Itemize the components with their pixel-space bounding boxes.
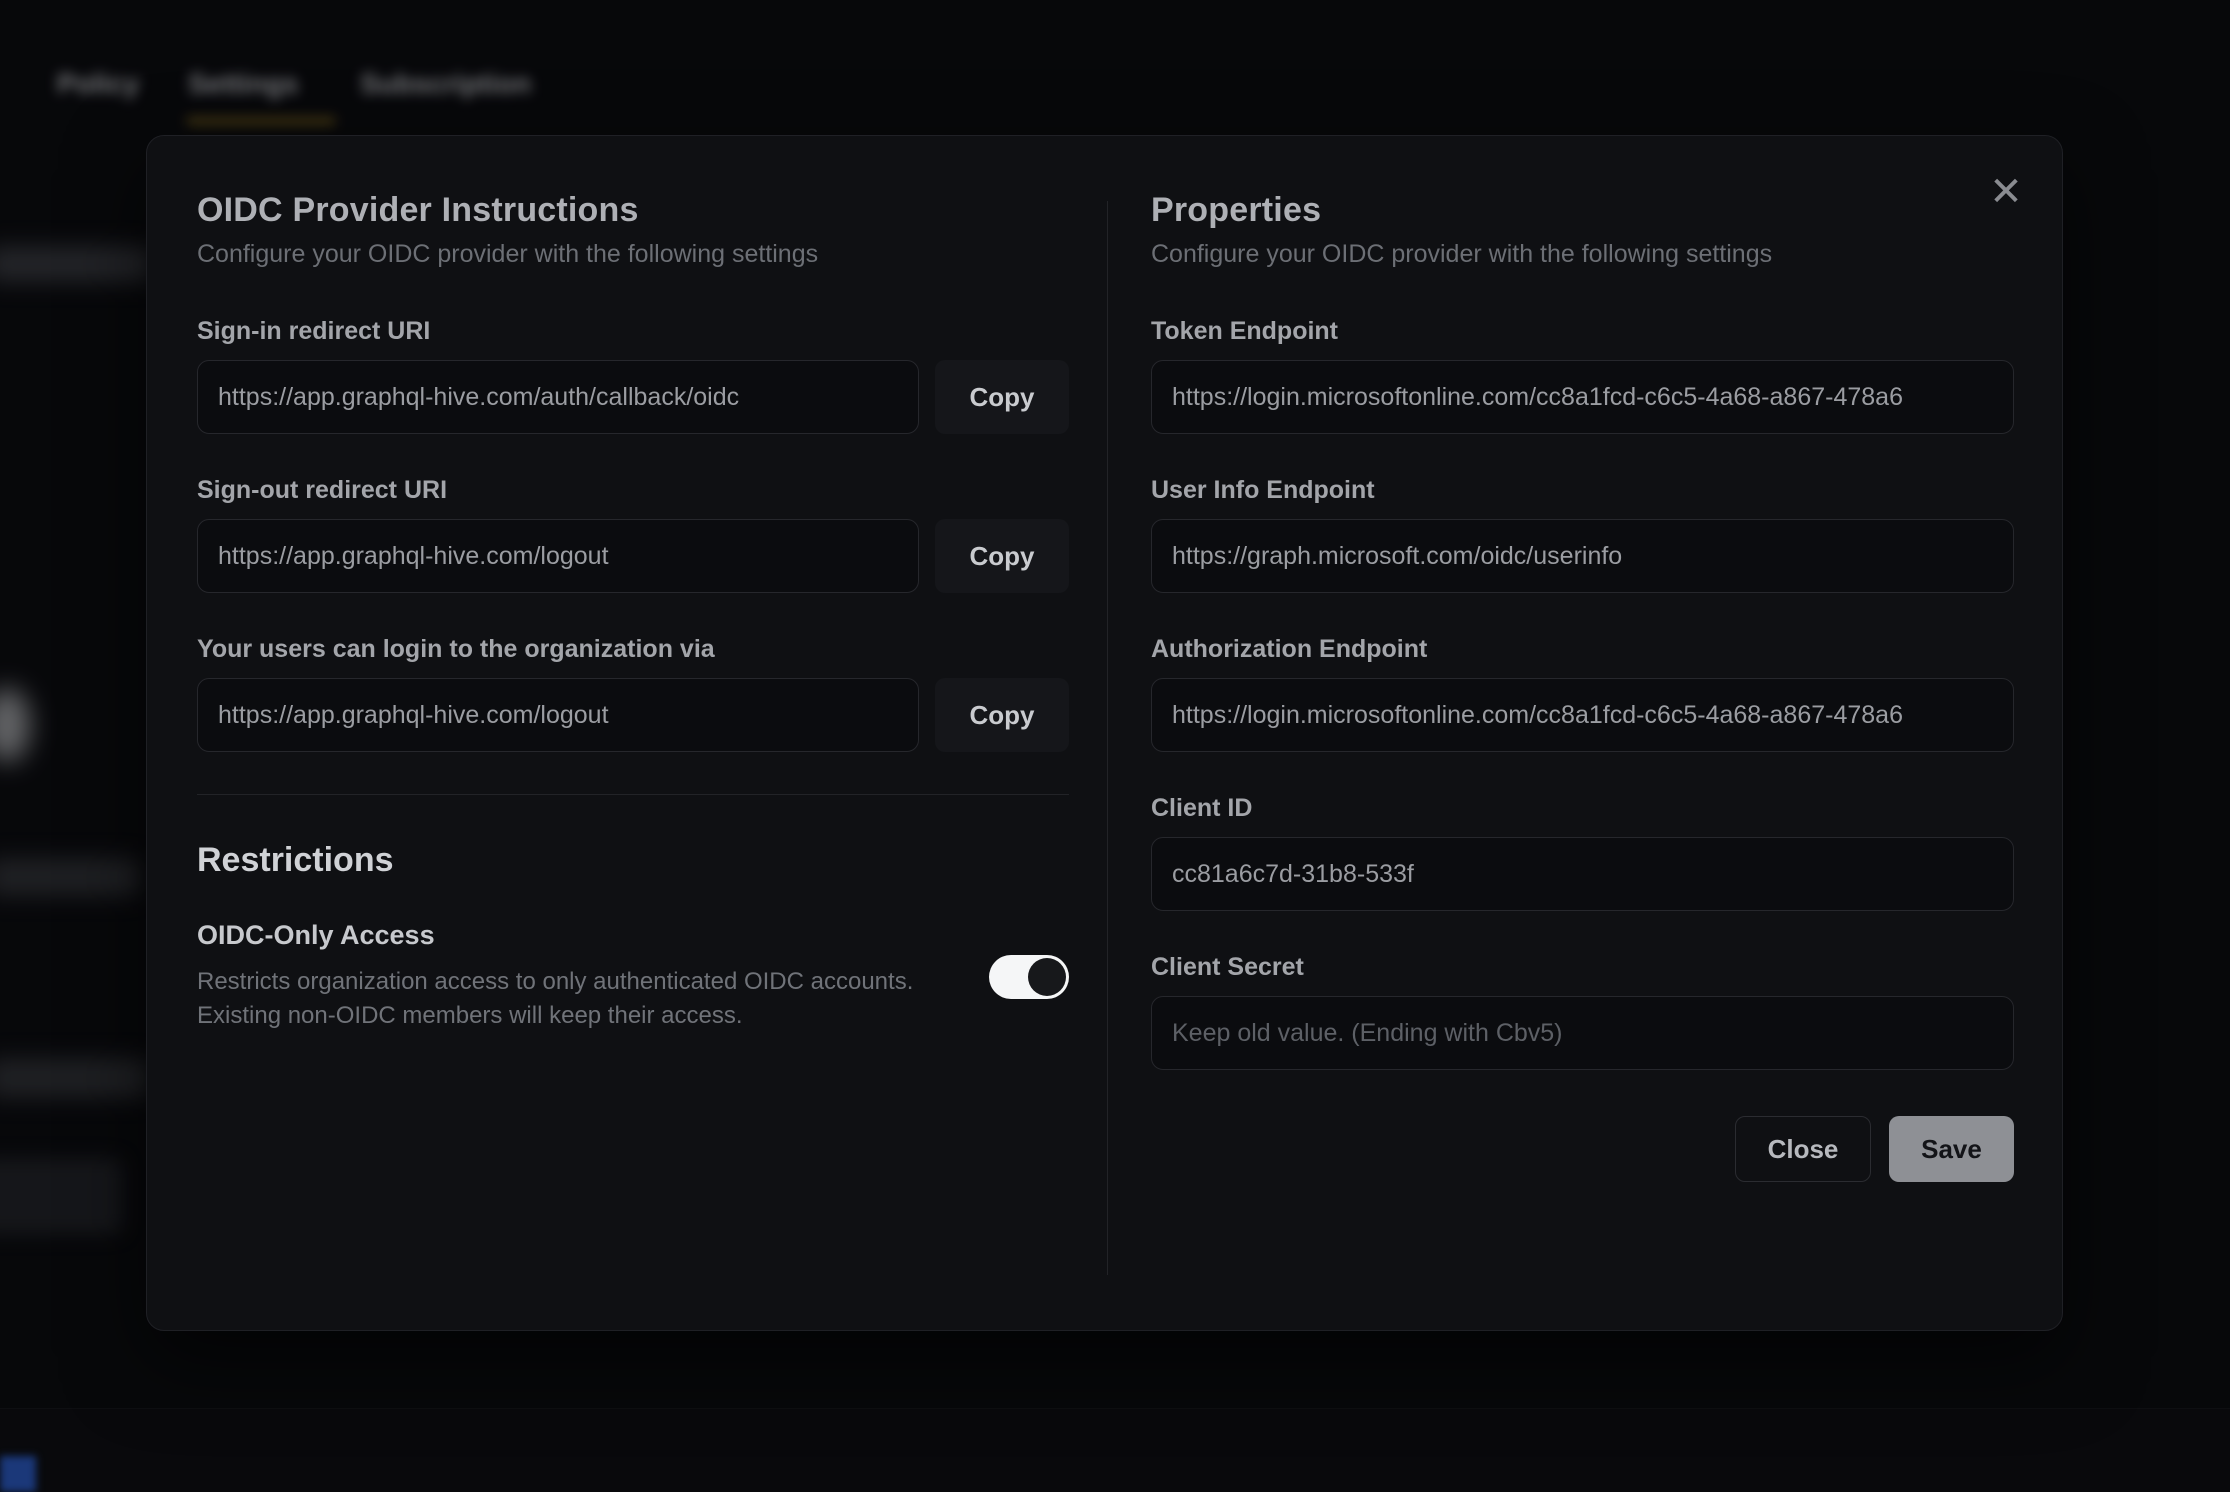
oidc-only-access-toggle[interactable] <box>989 955 1069 999</box>
modal-body: OIDC Provider Instructions Configure you… <box>147 136 2062 1330</box>
client-id-input[interactable] <box>1151 837 2014 911</box>
copy-sign-in-redirect-button[interactable]: Copy <box>935 360 1069 434</box>
token-endpoint-input[interactable] <box>1151 360 2014 434</box>
sign-out-redirect-label: Sign-out redirect URI <box>197 476 1069 505</box>
client-id-field-group: Client ID <box>1151 794 2014 911</box>
column-divider <box>1107 201 1108 1275</box>
save-button[interactable]: Save <box>1889 1116 2014 1182</box>
restrictions-divider <box>197 794 1069 795</box>
authorization-endpoint-label: Authorization Endpoint <box>1151 635 2014 664</box>
organization-login-field-group: Your users can login to the organization… <box>197 635 1069 752</box>
user-info-endpoint-label: User Info Endpoint <box>1151 476 2014 505</box>
client-secret-label: Client Secret <box>1151 953 2014 982</box>
copy-sign-out-redirect-button[interactable]: Copy <box>935 519 1069 593</box>
oidc-settings-modal: ✕ OIDC Provider Instructions Configure y… <box>146 135 2063 1331</box>
close-button[interactable]: Close <box>1735 1116 1871 1182</box>
client-secret-field-group: Client Secret <box>1151 953 2014 1070</box>
modal-close-button[interactable]: ✕ <box>1980 166 2032 218</box>
left-panel-title: OIDC Provider Instructions <box>197 191 1069 230</box>
token-endpoint-field-group: Token Endpoint <box>1151 317 2014 434</box>
organization-login-input[interactable] <box>197 678 919 752</box>
authorization-endpoint-input[interactable] <box>1151 678 2014 752</box>
left-panel-subtitle: Configure your OIDC provider with the fo… <box>197 240 1069 269</box>
sign-out-redirect-input[interactable] <box>197 519 919 593</box>
oidc-only-access-description-line2: Existing non-OIDC members will keep thei… <box>197 999 949 1033</box>
toggle-knob <box>1028 958 1066 996</box>
user-info-endpoint-field-group: User Info Endpoint <box>1151 476 2014 593</box>
restrictions-heading: Restrictions <box>197 841 1069 880</box>
right-panel-subtitle: Configure your OIDC provider with the fo… <box>1151 240 2014 269</box>
sign-in-redirect-field-group: Sign-in redirect URI Copy <box>197 317 1069 434</box>
client-id-label: Client ID <box>1151 794 2014 823</box>
token-endpoint-label: Token Endpoint <box>1151 317 2014 346</box>
sign-out-redirect-field-group: Sign-out redirect URI Copy <box>197 476 1069 593</box>
oidc-only-access-label: OIDC-Only Access <box>197 920 949 951</box>
sign-in-redirect-input[interactable] <box>197 360 919 434</box>
client-secret-input[interactable] <box>1151 996 2014 1070</box>
close-icon: ✕ <box>1989 170 2023 214</box>
organization-login-label: Your users can login to the organization… <box>197 635 1069 664</box>
authorization-endpoint-field-group: Authorization Endpoint <box>1151 635 2014 752</box>
sign-in-redirect-label: Sign-in redirect URI <box>197 317 1069 346</box>
oidc-instructions-panel: OIDC Provider Instructions Configure you… <box>197 191 1069 1280</box>
oidc-only-access-row: OIDC-Only Access Restricts organization … <box>197 920 1069 1033</box>
right-panel-title: Properties <box>1151 191 2014 230</box>
modal-footer: Close Save <box>1151 1116 2014 1182</box>
copy-organization-login-button[interactable]: Copy <box>935 678 1069 752</box>
user-info-endpoint-input[interactable] <box>1151 519 2014 593</box>
oidc-only-access-description-line1: Restricts organization access to only au… <box>197 965 949 999</box>
properties-panel: Properties Configure your OIDC provider … <box>1151 191 2014 1280</box>
